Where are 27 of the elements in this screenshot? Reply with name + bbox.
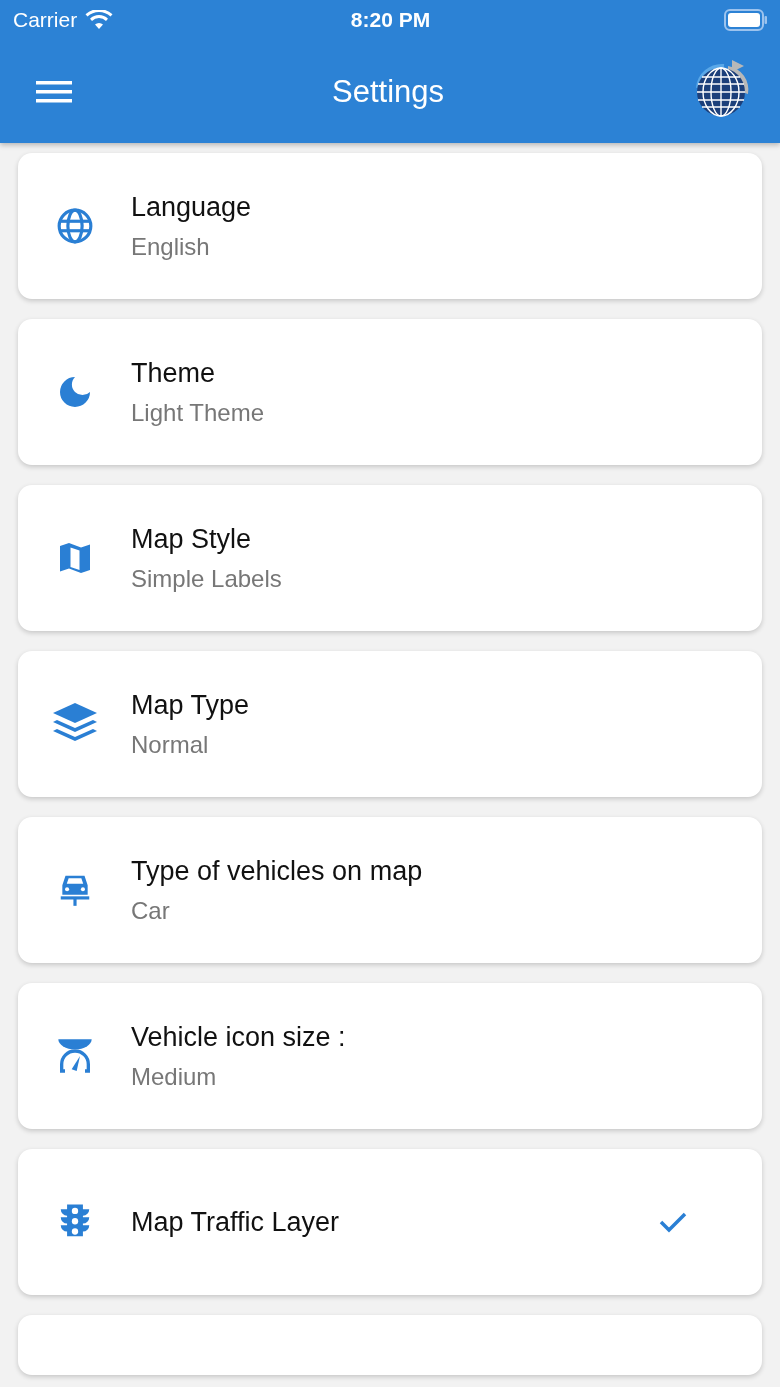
- menu-button[interactable]: [36, 79, 72, 104]
- setting-title: Language: [131, 191, 253, 223]
- carrier-label: Carrier: [13, 8, 78, 32]
- setting-value: Normal: [131, 730, 210, 759]
- setting-value: Simple Labels: [131, 564, 283, 593]
- globe-icon: [55, 207, 94, 245]
- setting-value: English: [131, 232, 211, 261]
- setting-title: Map Type: [131, 689, 251, 721]
- setting-card[interactable]: Map Traffic Layer: [18, 1149, 762, 1295]
- battery-icon: [724, 9, 768, 31]
- page-title: Settings: [331, 73, 445, 110]
- setting-value: Car: [131, 896, 171, 925]
- setting-card[interactable]: Map Style Simple Labels: [18, 485, 762, 631]
- wifi-icon: [85, 10, 114, 30]
- setting-title: Map Style: [131, 523, 253, 555]
- setting-value: Medium: [131, 1062, 218, 1091]
- setting-title: Map Traffic Layer: [131, 1206, 341, 1238]
- setting-card[interactable]: Map Type Normal: [18, 651, 762, 797]
- setting-card[interactable]: Vehicle icon size : Medium: [18, 983, 762, 1129]
- setting-title: Theme: [131, 357, 217, 389]
- setting-title: Type of vehicles on map: [131, 855, 424, 887]
- setting-card[interactable]: Type of vehicles on map Car: [18, 817, 762, 963]
- setting-title: Vehicle icon size :: [131, 1021, 347, 1053]
- setting-card[interactable]: Language English: [18, 153, 762, 299]
- setting-value: Light Theme: [131, 398, 265, 427]
- clock-time: 8:20 PM: [350, 8, 431, 32]
- setting-card[interactable]: Theme Light Theme: [18, 319, 762, 465]
